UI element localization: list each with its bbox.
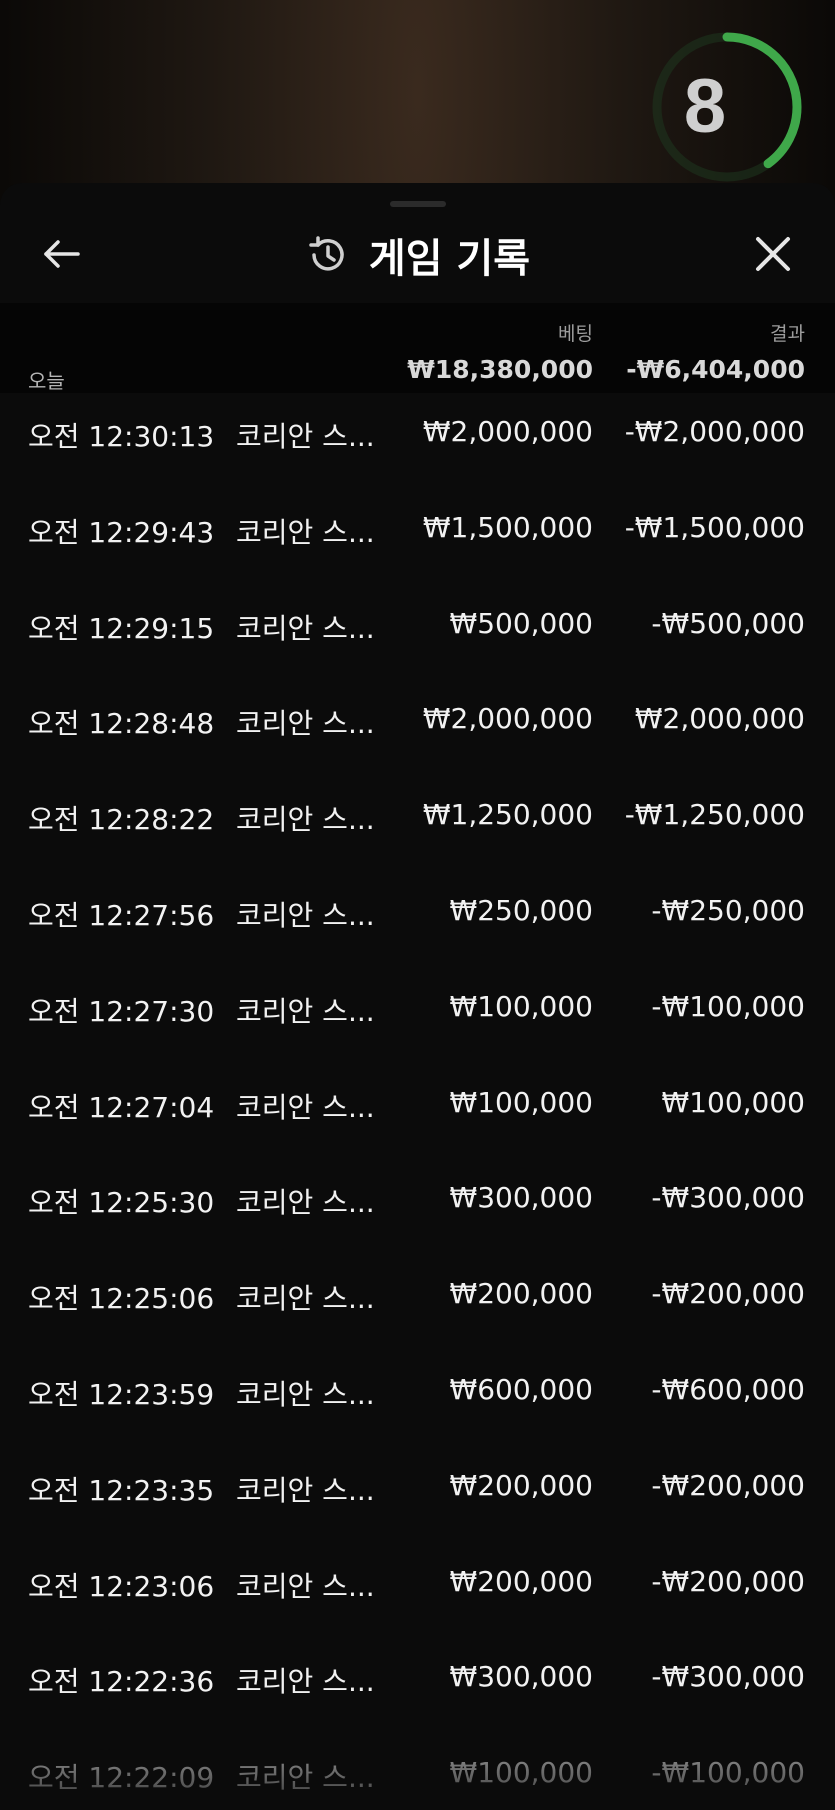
- row-bet-amount: ₩2,000,000: [422, 702, 593, 736]
- history-row[interactable]: 오전 12:23:06 코리안 스... ₩200,000 -₩200,000: [0, 1543, 835, 1639]
- row-game-name: 코리안 스...: [236, 611, 375, 645]
- summary-row: 베팅 결과 오늘 ₩18,380,000 -₩6,404,000: [0, 303, 835, 393]
- row-bet-amount: ₩1,250,000: [422, 798, 593, 832]
- row-result-amount: -₩250,000: [651, 893, 805, 927]
- bet-total: ₩18,380,000: [407, 355, 593, 384]
- row-game-name: 코리안 스...: [236, 515, 375, 549]
- countdown-value: 8: [683, 64, 727, 149]
- history-row[interactable]: 오전 12:27:30 코리안 스... ₩100,000 -₩100,000: [0, 968, 835, 1064]
- row-game-name: 코리안 스...: [236, 1569, 375, 1603]
- row-result-amount: -₩100,000: [651, 989, 805, 1023]
- row-time: 오전 12:29:43: [28, 515, 215, 549]
- row-game-name: 코리안 스...: [236, 1665, 375, 1699]
- row-game-name: 코리안 스...: [236, 420, 375, 453]
- row-result-amount: -₩1,500,000: [624, 510, 805, 544]
- row-result-amount: -₩600,000: [651, 1372, 805, 1406]
- row-bet-amount: ₩600,000: [449, 1372, 593, 1406]
- row-game-name: 코리안 스...: [236, 1090, 375, 1124]
- row-time: 오전 12:25:30: [28, 1186, 215, 1220]
- row-bet-amount: ₩100,000: [449, 1756, 593, 1790]
- history-row[interactable]: 오전 12:28:22 코리안 스... ₩1,250,000 -₩1,250,000: [0, 776, 835, 872]
- row-bet-amount: ₩100,000: [449, 1085, 593, 1119]
- sheet-header: 게임 기록: [0, 183, 835, 303]
- page-title: 게임 기록: [368, 236, 531, 282]
- row-time: 오전 12:27:56: [28, 898, 215, 932]
- close-icon: [756, 237, 790, 271]
- close-button[interactable]: [748, 229, 798, 279]
- row-time: 오전 12:22:36: [28, 1665, 215, 1699]
- row-game-name: 코리안 스...: [236, 1282, 375, 1316]
- row-result-amount: -₩200,000: [651, 1564, 805, 1598]
- row-game-name: 코리안 스...: [236, 1761, 375, 1795]
- row-time: 오전 12:27:04: [28, 1090, 215, 1124]
- result-column-header: 결과: [770, 323, 805, 345]
- row-time: 오전 12:30:13: [28, 420, 215, 453]
- row-time: 오전 12:28:22: [28, 803, 215, 837]
- row-game-name: 코리안 스...: [236, 1377, 375, 1411]
- row-result-amount: -₩500,000: [651, 606, 805, 640]
- row-game-name: 코리안 스...: [236, 898, 375, 932]
- row-time: 오전 12:27:30: [28, 994, 215, 1028]
- row-time: 오전 12:25:06: [28, 1282, 215, 1316]
- row-bet-amount: ₩200,000: [449, 1277, 593, 1311]
- history-list[interactable]: 오전 12:30:13 코리안 스... ₩2,000,000 -₩2,000,000…: [0, 393, 835, 1810]
- row-result-amount: -₩300,000: [651, 1181, 805, 1215]
- row-result-amount: -₩300,000: [651, 1660, 805, 1694]
- row-bet-amount: ₩500,000: [449, 606, 593, 640]
- row-bet-amount: ₩1,500,000: [422, 510, 593, 544]
- row-bet-amount: ₩300,000: [449, 1181, 593, 1215]
- row-result-amount: ₩100,000: [661, 1085, 805, 1119]
- history-row[interactable]: 오전 12:23:35 코리안 스... ₩200,000 -₩200,000: [0, 1447, 835, 1543]
- history-row[interactable]: 오전 12:27:04 코리안 스... ₩100,000 ₩100,000: [0, 1064, 835, 1160]
- history-row[interactable]: 오전 12:27:56 코리안 스... ₩250,000 -₩250,000: [0, 872, 835, 968]
- history-row[interactable]: 오전 12:22:36 코리안 스... ₩300,000 -₩300,000: [0, 1638, 835, 1734]
- row-result-amount: -₩2,000,000: [624, 415, 805, 448]
- row-bet-amount: ₩2,000,000: [422, 415, 593, 448]
- history-icon: [309, 236, 344, 271]
- row-time: 오전 12:23:35: [28, 1473, 215, 1507]
- history-row[interactable]: 오전 12:25:30 코리안 스... ₩300,000 -₩300,000: [0, 1159, 835, 1255]
- history-row[interactable]: 오전 12:29:15 코리안 스... ₩500,000 -₩500,000: [0, 585, 835, 681]
- game-history-sheet: 게임 기록 베팅 결과 오늘 ₩18,380,000 -₩6,404,000 오…: [0, 183, 835, 1810]
- history-row[interactable]: 오전 12:30:13 코리안 스... ₩2,000,000 -₩2,000,000: [0, 393, 835, 489]
- row-game-name: 코리안 스...: [236, 994, 375, 1028]
- row-time: 오전 12:22:09: [28, 1761, 215, 1795]
- row-time: 오전 12:23:06: [28, 1569, 215, 1603]
- row-time: 오전 12:29:15: [28, 611, 215, 645]
- row-time: 오전 12:23:59: [28, 1377, 215, 1411]
- row-result-amount: ₩2,000,000: [634, 702, 805, 736]
- row-result-amount: -₩100,000: [651, 1756, 805, 1790]
- row-result-amount: -₩200,000: [651, 1468, 805, 1502]
- countdown-timer: 8: [650, 30, 804, 184]
- sheet-title-group: 게임 기록: [0, 227, 835, 283]
- row-bet-amount: ₩100,000: [449, 989, 593, 1023]
- row-result-amount: -₩200,000: [651, 1277, 805, 1311]
- row-bet-amount: ₩250,000: [449, 893, 593, 927]
- history-row[interactable]: 오전 12:23:59 코리안 스... ₩600,000 -₩600,000: [0, 1351, 835, 1447]
- row-time: 오전 12:28:48: [28, 707, 215, 741]
- row-bet-amount: ₩200,000: [449, 1564, 593, 1598]
- period-label: 오늘: [28, 369, 65, 393]
- row-game-name: 코리안 스...: [236, 803, 375, 837]
- row-game-name: 코리안 스...: [236, 1186, 375, 1220]
- history-row[interactable]: 오전 12:28:48 코리안 스... ₩2,000,000 ₩2,000,000: [0, 680, 835, 776]
- row-result-amount: -₩1,250,000: [624, 798, 805, 832]
- history-row[interactable]: 오전 12:29:43 코리안 스... ₩1,500,000 -₩1,500,000: [0, 489, 835, 585]
- row-game-name: 코리안 스...: [236, 707, 375, 741]
- bet-column-header: 베팅: [558, 323, 593, 345]
- history-row[interactable]: 오전 12:22:09 코리안 스... ₩100,000 -₩100,000: [0, 1734, 835, 1810]
- row-bet-amount: ₩200,000: [449, 1468, 593, 1502]
- result-total: -₩6,404,000: [626, 355, 805, 384]
- row-game-name: 코리안 스...: [236, 1473, 375, 1507]
- row-bet-amount: ₩300,000: [449, 1660, 593, 1694]
- history-row[interactable]: 오전 12:25:06 코리안 스... ₩200,000 -₩200,000: [0, 1255, 835, 1351]
